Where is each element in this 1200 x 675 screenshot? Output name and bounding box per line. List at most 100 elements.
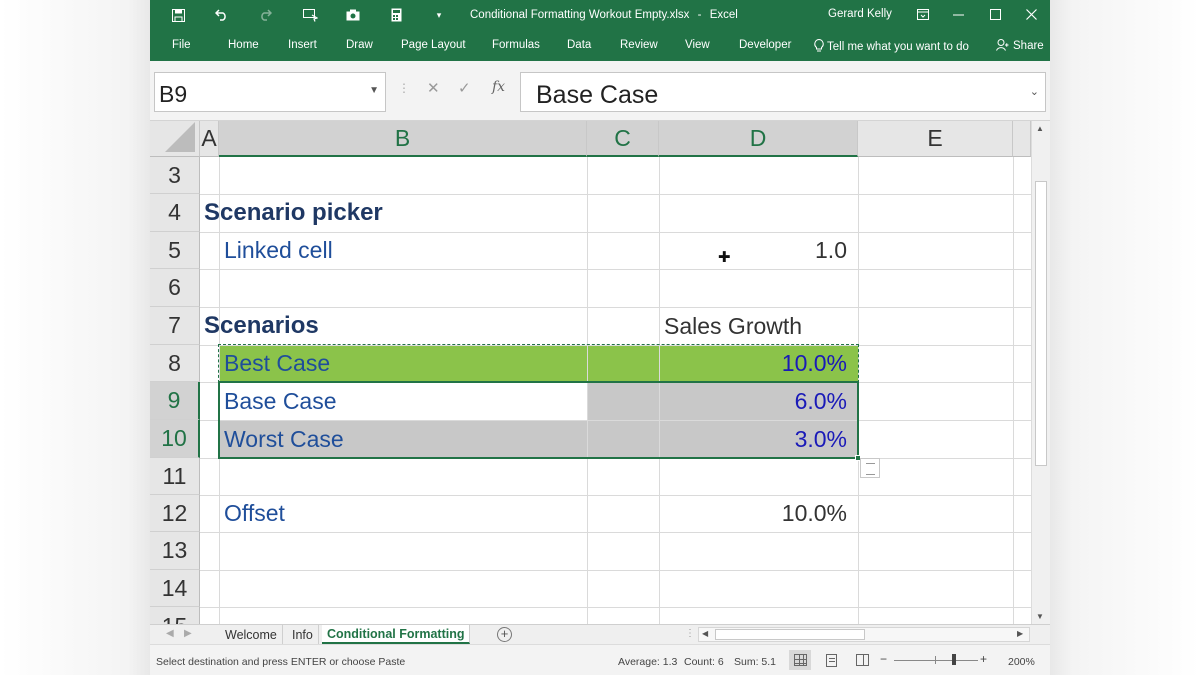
row-header-13[interactable]: 13 bbox=[150, 532, 200, 570]
row-header-15[interactable]: 15 bbox=[150, 607, 200, 624]
status-sum[interactable]: Sum: 5.1 bbox=[734, 656, 776, 668]
zoom-in-icon[interactable]: + bbox=[980, 652, 987, 666]
window-title: Conditional Formatting Workout Empty.xls… bbox=[470, 9, 738, 21]
horizontal-scroll-thumb[interactable] bbox=[715, 629, 865, 640]
row-header-8[interactable]: 8 bbox=[150, 345, 200, 382]
page-break-view-icon[interactable] bbox=[851, 650, 873, 670]
cell-b5[interactable]: Linked cell bbox=[224, 232, 333, 269]
tab-home[interactable]: Home bbox=[228, 39, 259, 51]
row-header-9[interactable]: 9 bbox=[150, 382, 200, 420]
row-header-6[interactable]: 6 bbox=[150, 269, 200, 307]
status-bar: Select destination and press ENTER or ch… bbox=[150, 644, 1050, 675]
tab-split-handle-icon[interactable]: ⋮ bbox=[685, 628, 695, 639]
row-header-7[interactable]: 7 bbox=[150, 307, 200, 345]
row-header-5[interactable]: 5 bbox=[150, 232, 200, 269]
cell-d5[interactable]: 1.0 bbox=[659, 232, 847, 269]
cell-cursor-icon: ✚ bbox=[718, 249, 731, 266]
column-header-b[interactable]: B bbox=[219, 121, 587, 157]
cell-b4[interactable]: Scenario picker bbox=[204, 194, 383, 232]
save-icon[interactable] bbox=[166, 4, 190, 26]
add-sheet-button[interactable]: + bbox=[497, 627, 512, 642]
scroll-down-icon[interactable]: ▼ bbox=[1036, 612, 1044, 621]
zoom-out-icon[interactable]: − bbox=[880, 652, 887, 666]
vertical-scrollbar[interactable]: ▲ ▼ bbox=[1031, 121, 1050, 624]
file-name: Conditional Formatting Workout Empty.xls… bbox=[470, 9, 690, 21]
formula-value: Base Case bbox=[536, 81, 659, 109]
tab-view[interactable]: View bbox=[685, 39, 710, 51]
paste-options-icon[interactable] bbox=[860, 458, 880, 478]
expand-formula-bar-icon[interactable]: ⌄ bbox=[1030, 85, 1039, 98]
enter-icon[interactable]: ✓ bbox=[458, 79, 471, 97]
share-label: Share bbox=[1013, 40, 1044, 52]
zoom-slider-knob[interactable] bbox=[952, 654, 956, 665]
column-header-c[interactable]: C bbox=[587, 121, 659, 157]
cell-d7[interactable]: Sales Growth bbox=[664, 307, 802, 345]
name-box-value: B9 bbox=[159, 81, 188, 107]
row-header-4[interactable]: 4 bbox=[150, 194, 200, 232]
column-header-d[interactable]: D bbox=[659, 121, 858, 157]
tab-formulas[interactable]: Formulas bbox=[492, 39, 540, 51]
undo-icon[interactable] bbox=[210, 4, 234, 26]
ribbon-display-options-icon[interactable] bbox=[909, 3, 937, 25]
column-header-f[interactable] bbox=[1013, 121, 1031, 157]
column-header-e[interactable]: E bbox=[858, 121, 1013, 157]
scroll-right-icon[interactable]: ▶ bbox=[1017, 629, 1023, 638]
row-header-12[interactable]: 12 bbox=[150, 495, 200, 532]
copy-marquee bbox=[218, 344, 859, 383]
chevron-down-icon[interactable]: ▼ bbox=[369, 85, 379, 96]
tab-review[interactable]: Review bbox=[620, 39, 658, 51]
user-name[interactable]: Gerard Kelly bbox=[828, 8, 892, 20]
column-header-a[interactable]: A bbox=[200, 121, 219, 157]
row-header-3[interactable]: 3 bbox=[150, 157, 200, 194]
excel-window: ▾ Conditional Formatting Workout Empty.x… bbox=[150, 0, 1050, 675]
cancel-icon[interactable]: ✕ bbox=[427, 79, 440, 97]
sheet-tab-bar: ◀ ▶ Welcome Info Conditional Formatting … bbox=[150, 624, 1050, 644]
tab-insert[interactable]: Insert bbox=[288, 39, 317, 51]
maximize-icon[interactable] bbox=[981, 3, 1009, 25]
ribbon-tab-bar: File Home Insert Draw Page Layout Formul… bbox=[150, 31, 1050, 61]
row-header-14[interactable]: 14 bbox=[150, 570, 200, 607]
scroll-left-icon[interactable]: ◀ bbox=[702, 629, 708, 638]
calculator-icon[interactable] bbox=[384, 4, 408, 26]
horizontal-scrollbar[interactable]: ◀ ▶ bbox=[698, 627, 1030, 642]
sheet-tab-conditional-formatting[interactable]: Conditional Formatting bbox=[322, 625, 471, 644]
status-average[interactable]: Average: 1.3 bbox=[618, 656, 677, 668]
tab-file[interactable]: File bbox=[172, 39, 191, 51]
close-icon[interactable] bbox=[1017, 3, 1045, 25]
prev-sheet-icon[interactable]: ◀ bbox=[166, 628, 174, 639]
tell-me-label: Tell me what you want to do bbox=[827, 41, 969, 53]
next-sheet-icon[interactable]: ▶ bbox=[184, 628, 192, 639]
tab-developer[interactable]: Developer bbox=[739, 39, 791, 51]
tab-draw[interactable]: Draw bbox=[346, 39, 373, 51]
sheet-tab-welcome[interactable]: Welcome bbox=[220, 625, 283, 644]
insert-function-icon[interactable]: fx bbox=[492, 79, 505, 95]
status-count[interactable]: Count: 6 bbox=[684, 656, 724, 668]
selection-range bbox=[218, 381, 859, 459]
row-header-11[interactable]: 11 bbox=[150, 458, 200, 495]
select-all-corner[interactable] bbox=[150, 121, 200, 157]
worksheet-grid[interactable]: A B C D E 3 4 5 6 7 8 9 10 11 12 13 14 S… bbox=[150, 121, 1031, 624]
cell-d12[interactable]: 10.0% bbox=[659, 495, 847, 532]
camera-icon[interactable] bbox=[341, 4, 365, 26]
drag-handle-icon[interactable]: ⋮ bbox=[398, 81, 410, 95]
cell-b12[interactable]: Offset bbox=[224, 495, 285, 532]
redo-icon[interactable] bbox=[253, 4, 277, 26]
zoom-slider[interactable]: − + bbox=[880, 652, 990, 666]
tab-data[interactable]: Data bbox=[567, 39, 591, 51]
customize-qat-icon[interactable]: ▾ bbox=[427, 4, 451, 26]
formula-input[interactable]: Base Case ⌄ bbox=[520, 72, 1046, 112]
vertical-scroll-thumb[interactable] bbox=[1035, 181, 1047, 466]
scroll-up-icon[interactable]: ▲ bbox=[1036, 124, 1044, 133]
minimize-icon[interactable] bbox=[944, 3, 972, 25]
page-layout-view-icon[interactable] bbox=[820, 650, 842, 670]
share-button[interactable]: Share bbox=[996, 39, 1044, 52]
tab-page-layout[interactable]: Page Layout bbox=[401, 39, 466, 51]
normal-view-icon[interactable] bbox=[789, 650, 811, 670]
name-box[interactable]: B9 ▼ bbox=[154, 72, 386, 112]
cell-b7[interactable]: Scenarios bbox=[204, 307, 319, 345]
tell-me-box[interactable]: Tell me what you want to do bbox=[814, 38, 969, 53]
zoom-level[interactable]: 200% bbox=[1008, 656, 1035, 668]
sheet-tab-info[interactable]: Info bbox=[287, 625, 319, 644]
touch-mode-icon[interactable] bbox=[298, 4, 322, 26]
row-header-10[interactable]: 10 bbox=[150, 420, 200, 458]
